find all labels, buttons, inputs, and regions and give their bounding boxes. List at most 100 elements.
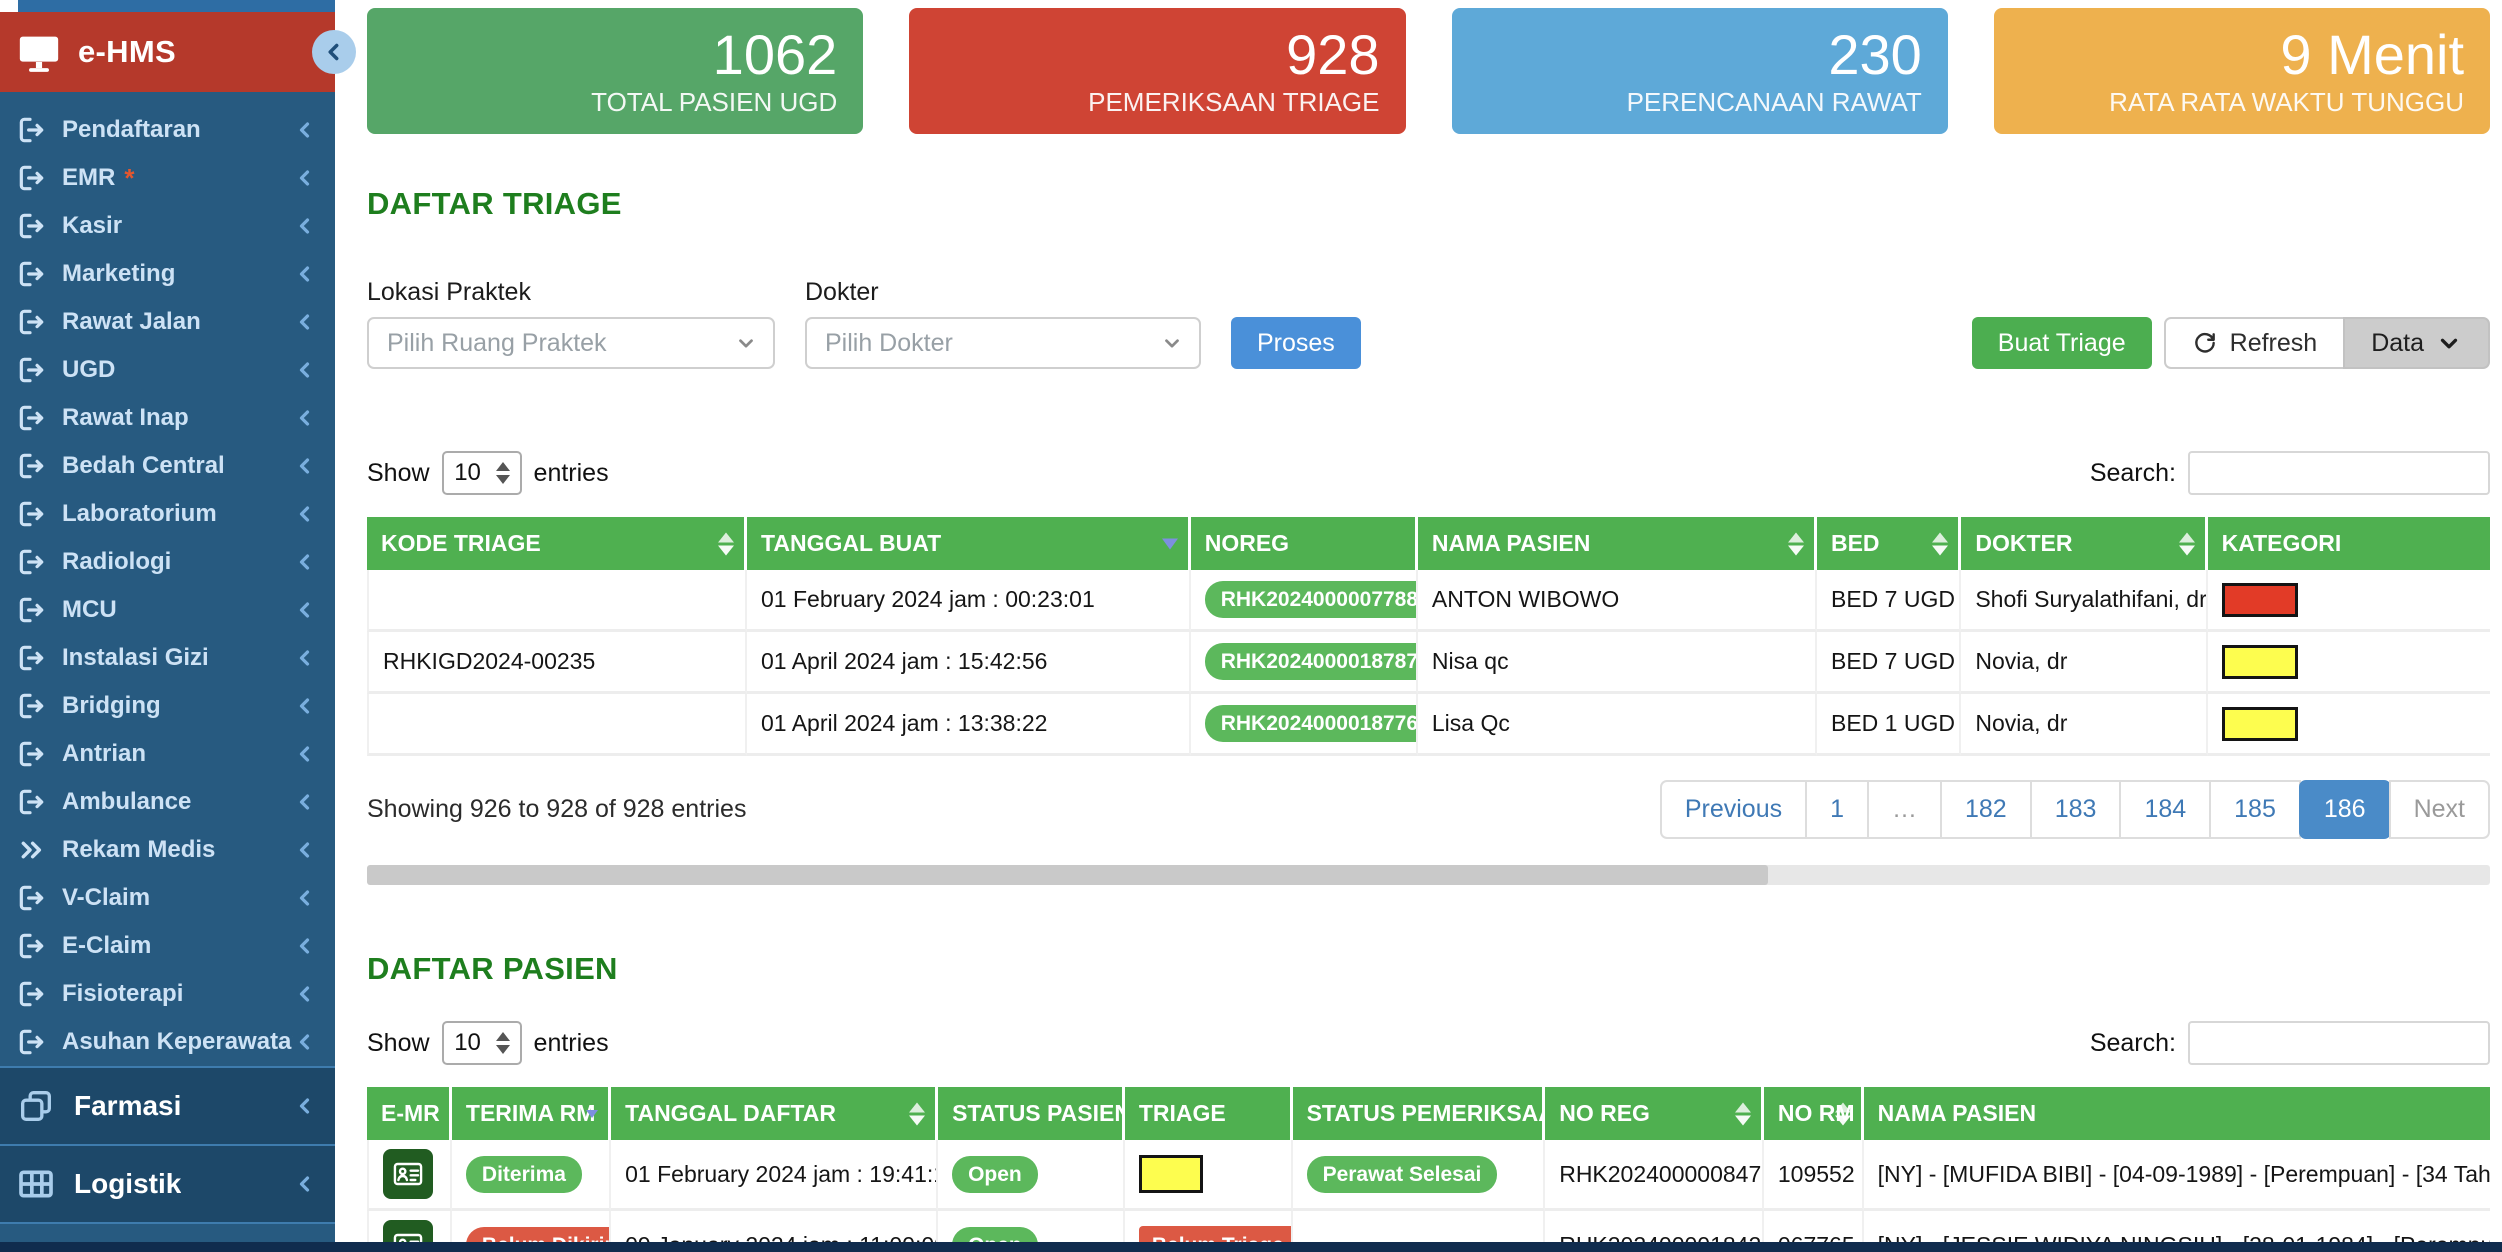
cell-kategori xyxy=(2207,694,2490,756)
stat-card-value: 1062 xyxy=(712,23,838,87)
pasien-table: E-MR TERIMA RM TANGGAL DAFTAR STATUS PASIEN… xyxy=(367,1087,2490,1252)
data-dropdown-button[interactable]: Data xyxy=(2343,317,2490,369)
column-header-nama-pasien[interactable]: NAMA PASIEN xyxy=(1417,517,1817,570)
caret-down-icon xyxy=(1161,332,1183,354)
column-header-triage[interactable]: TRIAGE xyxy=(1124,1087,1293,1140)
column-header-status-pemeriksaan[interactable]: STATUS PEMERIKSAAN xyxy=(1292,1087,1546,1140)
pagination-186[interactable]: 186 xyxy=(2298,780,2391,839)
sign-out-icon xyxy=(16,450,48,482)
pagination-183[interactable]: 183 xyxy=(2029,780,2122,839)
cell-nama-pasien: Lisa Qc xyxy=(1417,694,1817,756)
pagination-previous[interactable]: Previous xyxy=(1659,780,1808,839)
sidebar-item-antrian[interactable]: Antrian xyxy=(0,730,335,778)
pagination-1[interactable]: 1 xyxy=(1805,780,1869,839)
cell-kode-triage: RHKIGD2024-00235 xyxy=(367,632,748,694)
cell-kategori xyxy=(2207,632,2490,694)
search-input[interactable] xyxy=(2188,1021,2490,1065)
sidebar-item-kasir[interactable]: Kasir xyxy=(0,202,335,250)
sidebar-item-bedah-central[interactable]: Bedah Central xyxy=(0,442,335,490)
proses-button[interactable]: Proses xyxy=(1231,317,1361,369)
monitor-icon xyxy=(16,29,62,75)
sidebar-item-label: V-Claim xyxy=(62,884,151,911)
sign-out-icon xyxy=(16,114,48,146)
cell-nama-pasien: ANTON WIBOWO xyxy=(1417,570,1817,632)
sidebar-item-bridging[interactable]: Bridging xyxy=(0,682,335,730)
lokasi-select[interactable]: Pilih Ruang Praktek xyxy=(367,317,775,369)
noreg-badge[interactable]: RHK2024000018776 xyxy=(1204,705,1416,742)
entries-select[interactable]: 10 xyxy=(441,1021,522,1065)
column-header-kode-triage[interactable]: KODE TRIAGE xyxy=(367,517,748,570)
app-header[interactable]: e-HMS xyxy=(0,12,335,92)
sidebar-section-farmasi[interactable]: Farmasi xyxy=(0,1066,335,1144)
entries-select[interactable]: 10 xyxy=(441,451,522,495)
cell-no-reg: RHK2024000008479 xyxy=(1545,1140,1764,1211)
noreg-badge[interactable]: RHK2024000018787 xyxy=(1204,643,1416,680)
sidebar-section-logistik[interactable]: Logistik xyxy=(0,1144,335,1224)
pagination-184[interactable]: 184 xyxy=(2119,780,2212,839)
column-header-nama-pasien[interactable]: NAMA PASIEN xyxy=(1863,1087,2490,1140)
sidebar-section-label: Farmasi xyxy=(74,1090,182,1121)
sign-out-icon xyxy=(16,162,48,194)
horizontal-scrollbar[interactable] xyxy=(367,865,2490,885)
sidebar-item-fisioterapi[interactable]: Fisioterapi xyxy=(0,970,335,1018)
pagination-185[interactable]: 185 xyxy=(2209,780,2301,839)
sidebar-item-label: Fisioterapi xyxy=(62,980,184,1007)
triage-filters: Lokasi Praktek Pilih Ruang Praktek Dokte… xyxy=(367,278,2490,369)
sidebar-item-e-claim[interactable]: E-Claim xyxy=(0,922,335,970)
emr-button[interactable] xyxy=(383,1149,433,1199)
noreg-badge[interactable]: RHK2024000007788 xyxy=(1204,581,1416,618)
dokter-select[interactable]: Pilih Dokter xyxy=(805,317,1201,369)
refresh-button[interactable]: Refresh xyxy=(2163,317,2346,369)
sidebar-item-marketing[interactable]: Marketing xyxy=(0,250,335,298)
sort-icon xyxy=(1834,1102,1851,1125)
column-header-noreg[interactable]: NOREG xyxy=(1190,517,1418,570)
sidebar-item-asuhan-keperawatan[interactable]: Asuhan Keperawatan xyxy=(0,1018,335,1066)
column-header-terima-rm[interactable]: TERIMA RM xyxy=(451,1087,612,1140)
column-header-no-rm[interactable]: NO RM xyxy=(1763,1087,1864,1140)
search-input[interactable] xyxy=(2188,451,2490,495)
stat-card-value: 928 xyxy=(1286,23,1380,87)
lokasi-filter-group: Lokasi Praktek Pilih Ruang Praktek xyxy=(367,278,775,369)
sidebar-menu: Pendaftaran EMR * Kasir Marketing Rawat Jalan… xyxy=(0,92,335,1066)
sign-out-icon xyxy=(16,1026,48,1058)
entries-value: 10 xyxy=(454,1029,481,1056)
cell-bed: BED 7 UGD xyxy=(1816,570,1962,632)
pagination-next[interactable]: Next xyxy=(2388,780,2490,839)
sidebar-item-label: Asuhan Keperawatan xyxy=(62,1028,293,1055)
sidebar-item-v-claim[interactable]: V-Claim xyxy=(0,874,335,922)
chevron-left-icon xyxy=(293,1030,317,1054)
column-header-e-mr[interactable]: E-MR xyxy=(367,1087,452,1140)
cell-no-rm: 109552 xyxy=(1763,1140,1864,1211)
sidebar-item-rawat-inap[interactable]: Rawat Inap xyxy=(0,394,335,442)
stat-card-pemeriksaan-triage: 928 PEMERIKSAAN TRIAGE xyxy=(909,8,1406,134)
grid-icon xyxy=(16,1164,56,1204)
sidebar-item-mcu[interactable]: MCU xyxy=(0,586,335,634)
column-header-tanggal-buat[interactable]: TANGGAL BUAT xyxy=(747,517,1191,570)
column-header-tanggal-daftar[interactable]: TANGGAL DAFTAR xyxy=(611,1087,939,1140)
pagination-182[interactable]: 182 xyxy=(1940,780,2032,839)
sidebar-item-pendaftaran[interactable]: Pendaftaran xyxy=(0,106,335,154)
sidebar-item-ambulance[interactable]: Ambulance xyxy=(0,778,335,826)
column-header-status-pasien[interactable]: STATUS PASIEN xyxy=(938,1087,1125,1140)
column-header-dokter[interactable]: DOKTER xyxy=(1961,517,2208,570)
scrollbar-thumb[interactable] xyxy=(367,865,1769,885)
sidebar-item-radiologi[interactable]: Radiologi xyxy=(0,538,335,586)
sidebar-collapse-toggle[interactable] xyxy=(312,30,356,74)
triage-summary-row: Showing 926 to 928 of 928 entries Previo… xyxy=(367,780,2490,839)
sidebar-item-emr[interactable]: EMR * xyxy=(0,154,335,202)
sidebar-item-laboratorium[interactable]: Laboratorium xyxy=(0,490,335,538)
sidebar-item-rekam-medis[interactable]: Rekam Medis xyxy=(0,826,335,874)
column-header-no-reg[interactable]: NO REG xyxy=(1545,1087,1764,1140)
column-header-label: NO REG xyxy=(1559,1100,1650,1126)
buat-triage-button[interactable]: Buat Triage xyxy=(1971,317,2152,369)
cell-tanggal-daftar: 01 February 2024 jam : 19:41:12 xyxy=(611,1140,939,1211)
cell-kategori xyxy=(2207,570,2490,632)
sidebar-item-rawat-jalan[interactable]: Rawat Jalan xyxy=(0,298,335,346)
show-label: Show xyxy=(367,1028,430,1057)
chevron-left-icon xyxy=(293,790,317,814)
column-header-kategori[interactable]: KATEGORI xyxy=(2207,517,2490,570)
sidebar-item-instalasi-gizi[interactable]: Instalasi Gizi xyxy=(0,634,335,682)
sidebar-item-ugd[interactable]: UGD xyxy=(0,346,335,394)
sign-out-icon xyxy=(16,786,48,818)
column-header-bed[interactable]: BED xyxy=(1816,517,1962,570)
